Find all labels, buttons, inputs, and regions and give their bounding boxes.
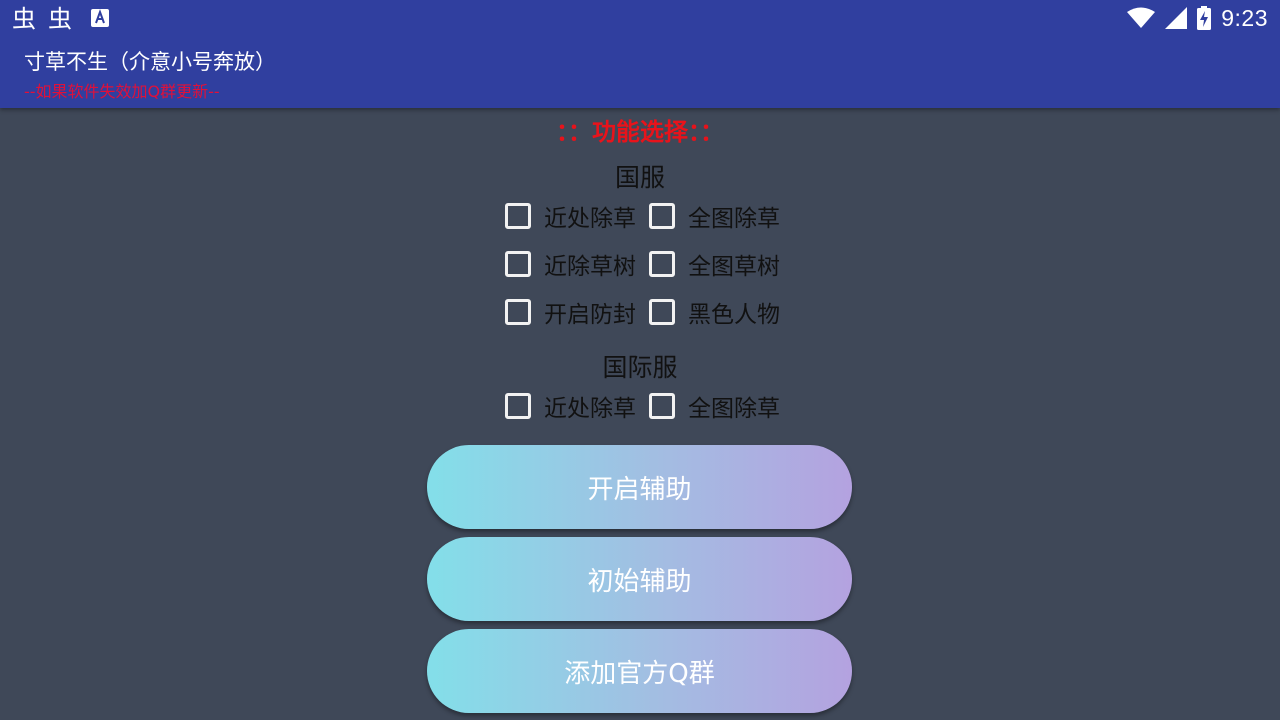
checkbox-label: 近除草树 — [544, 254, 636, 280]
checkbox-box[interactable] — [649, 251, 675, 277]
a-notification-icon — [91, 9, 109, 27]
init-assist-button[interactable]: 初始辅助 — [427, 537, 852, 621]
checkbox-box[interactable] — [649, 203, 675, 229]
status-time: 9:23 — [1221, 4, 1268, 31]
main-content: ：：功能选择：： 国服 近处除草 全图除草 近除草树 全图草树 开启防封 黑色人… — [0, 108, 1280, 720]
app-title: 寸草不生（介意小号奔放） — [24, 50, 276, 74]
checkbox-cn-nearby-grass[interactable]: 近处除草 — [505, 198, 649, 234]
checkbox-cn-nearby-grass-trees[interactable]: 近除草树 — [505, 246, 649, 282]
status-bar-left: 虫 虫 — [12, 4, 110, 32]
checkbox-label: 黑色人物 — [688, 302, 780, 328]
checkbox-row: 近除草树 全图草树 — [505, 246, 793, 282]
bug-icon: 虫 — [48, 5, 72, 32]
app-subtitle: --如果软件失效加Q群更新-- — [24, 82, 220, 101]
checkbox-label: 全图除草 — [688, 396, 780, 422]
status-bar-right: 9:23 — [1127, 4, 1268, 32]
checkbox-label: 开启防封 — [544, 302, 636, 328]
group-label-cn: 国服 — [614, 163, 665, 192]
checkbox-label: 近处除草 — [544, 206, 636, 232]
group-label-intl: 国际服 — [602, 353, 678, 382]
checkbox-box[interactable] — [649, 393, 675, 419]
checkbox-box[interactable] — [505, 299, 531, 325]
section-heading: ：：功能选择：： — [556, 118, 724, 146]
checkbox-row: 近处除草 全图除草 — [505, 388, 793, 424]
checkbox-intl-full-map-grass[interactable]: 全图除草 — [649, 388, 793, 424]
checkbox-label: 全图除草 — [688, 206, 780, 232]
app-bar: 虫 虫 9:23 寸草不生（介意小号奔放） --如果软件失效加Q群更新-- — [0, 0, 1280, 108]
checkbox-cn-full-map-grass-trees[interactable]: 全图草树 — [649, 246, 793, 282]
checkbox-cn-full-map-grass[interactable]: 全图除草 — [649, 198, 793, 234]
signal-icon — [1165, 7, 1188, 29]
checkbox-row: 开启防封 黑色人物 — [505, 294, 793, 330]
checkbox-label: 全图草树 — [688, 254, 780, 280]
checkbox-intl-nearby-grass[interactable]: 近处除草 — [505, 388, 649, 424]
checkbox-box[interactable] — [505, 203, 531, 229]
checkbox-label: 近处除草 — [544, 396, 636, 422]
checkbox-box[interactable] — [505, 251, 531, 277]
checkbox-cn-anti-ban[interactable]: 开启防封 — [505, 294, 649, 330]
battery-charging-icon — [1197, 6, 1212, 30]
checkbox-cn-black-character[interactable]: 黑色人物 — [649, 294, 793, 330]
join-qq-group-button[interactable]: 添加官方Q群 — [427, 629, 852, 713]
svg-text:虫: 虫 — [12, 5, 36, 32]
checkbox-box[interactable] — [649, 299, 675, 325]
checkbox-box[interactable] — [505, 393, 531, 419]
bug-icon: 虫 — [12, 5, 36, 32]
wifi-icon — [1127, 7, 1156, 28]
start-assist-button[interactable]: 开启辅助 — [427, 445, 852, 529]
checkbox-row: 近处除草 全图除草 — [505, 198, 793, 234]
svg-text:虫: 虫 — [48, 5, 72, 32]
